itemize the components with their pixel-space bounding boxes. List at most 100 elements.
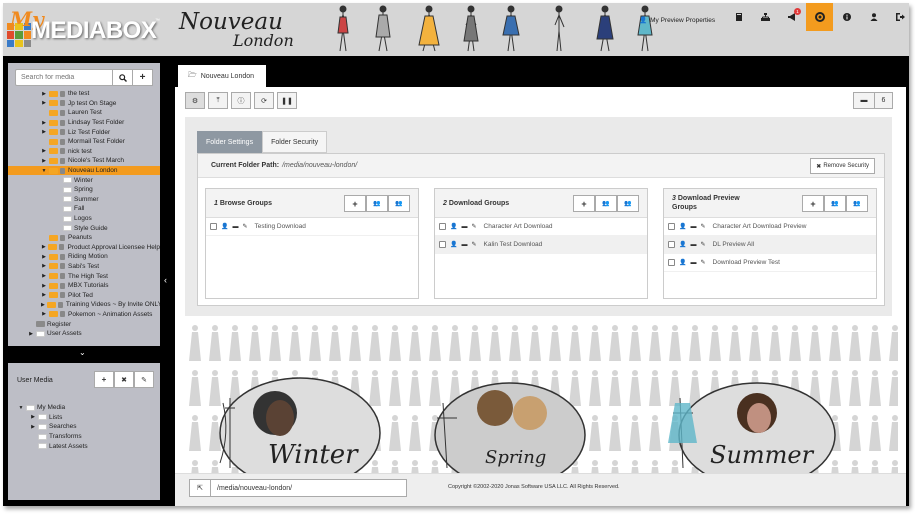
search-button[interactable] bbox=[113, 69, 133, 86]
caret-right-icon[interactable]: ▶ bbox=[41, 311, 47, 317]
caret-right-icon[interactable]: ▶ bbox=[41, 148, 47, 154]
tree-item[interactable]: ▶ Nicole's Test March bbox=[8, 156, 160, 166]
caret-right-icon[interactable]: ▶ bbox=[41, 158, 47, 164]
footer-path-input[interactable]: /media/nouveau-london/ bbox=[211, 479, 407, 497]
caret-right-icon[interactable]: ▶ bbox=[41, 283, 47, 289]
tree-item[interactable]: Fall bbox=[8, 204, 160, 214]
tree-item[interactable]: ▶ Riding Motion bbox=[8, 252, 160, 262]
remove-users-button[interactable]: 👥 bbox=[366, 195, 388, 212]
tree-item[interactable]: Peanuts bbox=[8, 233, 160, 243]
group-item-checkbox[interactable] bbox=[668, 241, 675, 248]
add-users-button[interactable]: 👥 bbox=[617, 195, 639, 212]
caret-right-icon[interactable]: ▶ bbox=[30, 414, 36, 420]
tree-item[interactable]: ▶ Sabi's Test bbox=[8, 262, 160, 272]
add-group-button[interactable]: + bbox=[573, 195, 595, 212]
add-group-button[interactable]: + bbox=[344, 195, 366, 212]
remove-users-button[interactable]: 👥 bbox=[595, 195, 617, 212]
caret-right-icon[interactable]: ▶ bbox=[41, 100, 47, 106]
add-users-button[interactable]: 👥 bbox=[388, 195, 410, 212]
tree-item[interactable]: ▶ Product Approval Licensee Help bbox=[8, 243, 160, 253]
group-item[interactable]: 👤 ▬ ✎ Kalin Test Download bbox=[435, 236, 647, 254]
tree-item[interactable]: ▶ MBX Tutorials bbox=[8, 281, 160, 291]
group-item-checkbox[interactable] bbox=[210, 223, 217, 230]
tree-item[interactable]: ▶ Liz Test Folder bbox=[8, 127, 160, 137]
tree-item[interactable]: ▶ the test bbox=[8, 89, 160, 99]
edit-user-media-button[interactable]: ✎ bbox=[134, 371, 154, 388]
tab-folder-security[interactable]: Folder Security bbox=[262, 131, 328, 153]
mediabox-logo[interactable]: My MEDIABOX ™ bbox=[7, 7, 167, 53]
tree-item[interactable]: Logos bbox=[8, 214, 160, 224]
tree-item[interactable]: ▶ User Assets bbox=[8, 329, 160, 339]
settings-button[interactable]: ⚙ bbox=[185, 92, 205, 109]
caret-right-icon[interactable]: ▶ bbox=[30, 424, 36, 430]
sign-out-icon[interactable] bbox=[887, 3, 909, 31]
external-link-button[interactable]: ⇱ bbox=[189, 479, 211, 497]
tree-item[interactable]: ▶ Jp test On Stage bbox=[8, 99, 160, 109]
caret-right-icon[interactable]: ▶ bbox=[41, 254, 47, 260]
group-item-checkbox[interactable] bbox=[439, 241, 446, 248]
sitemap-icon[interactable] bbox=[752, 3, 779, 31]
user-media-item[interactable]: ▼ My Media bbox=[18, 403, 88, 413]
info-button[interactable]: ⓘ bbox=[231, 92, 251, 109]
group-item[interactable]: 👤 ▬ ✎ DL Preview All bbox=[664, 236, 876, 254]
chevron-down-icon[interactable]: ⌄ bbox=[79, 348, 86, 357]
tree-item[interactable]: ▶ Pokemon ~ Animation Assets bbox=[8, 310, 160, 320]
refresh-button[interactable]: ⟳ bbox=[254, 92, 274, 109]
pause-button[interactable]: ❚❚ bbox=[277, 92, 297, 109]
tree-item[interactable]: ▼ Nouveau London bbox=[8, 165, 160, 176]
caret-right-icon[interactable]: ▶ bbox=[41, 244, 46, 250]
tree-item[interactable]: ▶ Pilot Ted bbox=[8, 290, 160, 300]
caret-right-icon[interactable]: ▶ bbox=[28, 331, 34, 337]
user-media-item[interactable]: ▶ Searches bbox=[18, 422, 88, 432]
caret-right-icon[interactable]: ▶ bbox=[41, 263, 47, 269]
search-input[interactable] bbox=[15, 69, 113, 86]
user-icon[interactable] bbox=[860, 3, 887, 31]
tree-item[interactable]: Lauren Test bbox=[8, 108, 160, 118]
tree-item[interactable]: ▶ nick test bbox=[8, 147, 160, 157]
tree-item[interactable]: ▶ Lindsay Test Folder bbox=[8, 118, 160, 128]
caret-right-icon[interactable]: ▶ bbox=[41, 129, 47, 135]
group-item[interactable]: 👤 ▬ ✎ Download Preview Test bbox=[664, 254, 876, 272]
tree-item[interactable]: Mormail Test Folder bbox=[8, 137, 160, 147]
user-media-item[interactable]: Latest Assets bbox=[18, 441, 88, 451]
upload-button[interactable]: ⤒ bbox=[208, 92, 228, 109]
group-item[interactable]: 👤 ▬ ✎ Character Art Download bbox=[435, 218, 647, 236]
bullhorn-icon[interactable]: 1 bbox=[779, 3, 806, 31]
caret-down-icon[interactable]: ▼ bbox=[41, 168, 47, 174]
tab-nouveau-london[interactable]: 🗁 Nouveau London bbox=[178, 65, 266, 87]
folder-count-button[interactable]: ▬ bbox=[853, 92, 875, 109]
group-item-checkbox[interactable] bbox=[668, 259, 675, 266]
tree-item[interactable]: ▶ The High Test bbox=[8, 271, 160, 281]
tree-item[interactable]: Spring bbox=[8, 185, 160, 195]
user-media-item[interactable]: ▶ Lists bbox=[18, 413, 88, 423]
add-user-media-button[interactable]: + bbox=[94, 371, 114, 388]
tab-folder-settings[interactable]: Folder Settings bbox=[197, 131, 263, 153]
caret-down-icon[interactable]: ▼ bbox=[18, 405, 24, 411]
caret-right-icon[interactable]: ▶ bbox=[41, 91, 47, 97]
remove-security-button[interactable]: ✖ Remove Security bbox=[810, 158, 875, 174]
group-item[interactable]: 👤 ▬ ✎ Character Art Download Preview bbox=[664, 218, 876, 236]
caret-right-icon[interactable]: ▶ bbox=[41, 292, 47, 298]
delete-user-media-button[interactable]: ✖ bbox=[114, 371, 134, 388]
add-group-button[interactable]: + bbox=[802, 195, 824, 212]
group-item-checkbox[interactable] bbox=[668, 223, 675, 230]
caret-right-icon[interactable]: ▶ bbox=[41, 302, 45, 308]
tree-item[interactable]: Style Guide bbox=[8, 223, 160, 233]
tree-item[interactable]: Summer bbox=[8, 195, 160, 205]
add-users-button[interactable]: 👥 bbox=[846, 195, 868, 212]
user-media-item[interactable]: Transforms bbox=[18, 432, 88, 442]
caret-right-icon[interactable]: ▶ bbox=[41, 120, 47, 126]
remove-users-button[interactable]: 👥 bbox=[824, 195, 846, 212]
lifebuoy-icon[interactable] bbox=[806, 3, 833, 31]
tree-item[interactable]: Winter bbox=[8, 175, 160, 185]
my-preview-properties-link[interactable]: 👤 My Preview Properties bbox=[639, 13, 715, 27]
info-icon[interactable] bbox=[833, 3, 860, 31]
tree-item[interactable]: Register bbox=[8, 319, 160, 329]
add-button[interactable]: + bbox=[133, 69, 153, 86]
book-icon[interactable] bbox=[725, 3, 752, 31]
group-item[interactable]: 👤 ▬ ✎ Testing Download bbox=[206, 218, 418, 236]
tree-item[interactable]: ▶ Training Videos ~ By Invite ONLY bbox=[8, 300, 160, 310]
chevron-left-icon[interactable]: ‹ bbox=[164, 275, 167, 285]
caret-right-icon[interactable]: ▶ bbox=[41, 273, 47, 279]
group-item-checkbox[interactable] bbox=[439, 223, 446, 230]
